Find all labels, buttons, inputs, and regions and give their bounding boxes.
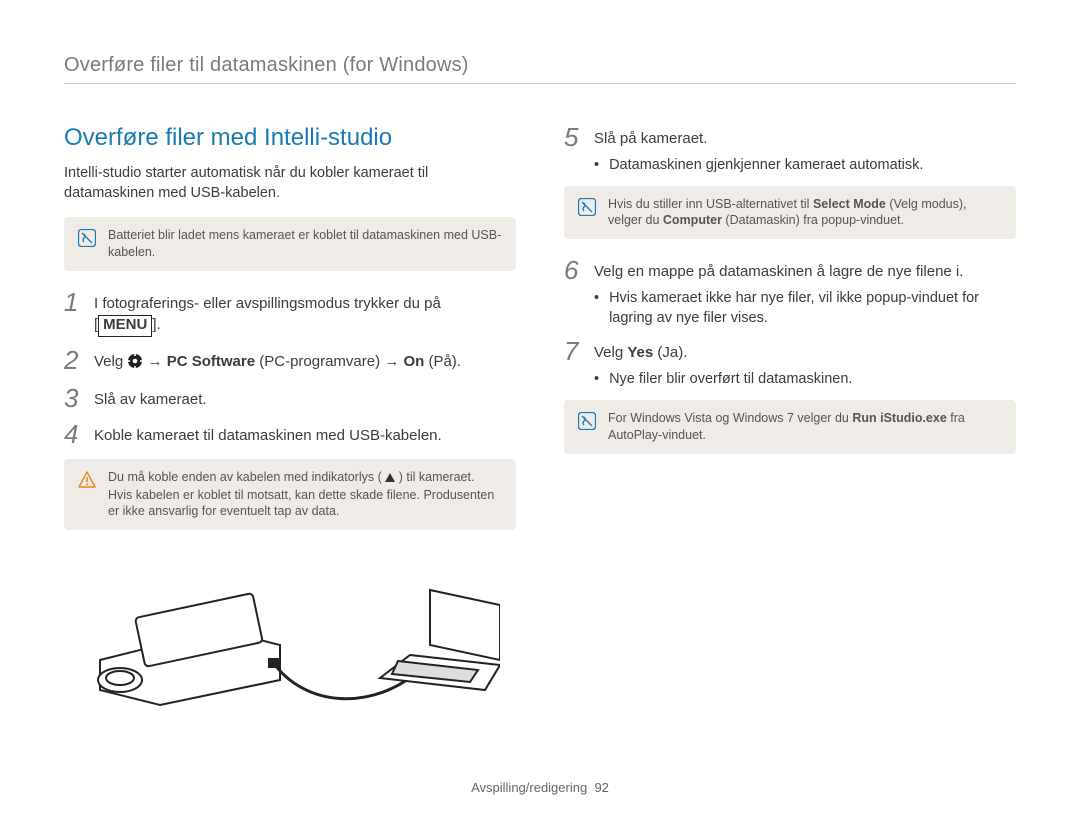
step-number: 7 <box>564 338 582 364</box>
step-4-text: Koble kameraet til datamaskinen med USB-… <box>94 421 442 446</box>
step-2: 2 Velg → PC Software (PC-programvare) → … <box>64 347 516 375</box>
step-7-yes: Yes <box>627 344 653 361</box>
note2-a: Hvis du stiller inn USB-alternativet til <box>608 197 813 211</box>
step-number: 1 <box>64 289 82 315</box>
step-5-text: Slå på kameraet. <box>594 124 707 149</box>
note2-d: Computer <box>663 213 722 227</box>
step-1-text-a: I fotograferings- eller avspillingsmodus… <box>94 295 441 312</box>
note3-b: Run iStudio.exe <box>852 411 946 425</box>
info-icon <box>578 198 596 216</box>
right-column: 5 Slå på kameraet. • Datamaskinen gjenkj… <box>564 124 1016 710</box>
warning-text-a: Du må koble enden av kabelen med indikat… <box>108 470 382 484</box>
step-1: 1 I fotograferings- eller avspillingsmod… <box>64 289 516 337</box>
note2-b: Select Mode <box>813 197 886 211</box>
section-title: Overføre filer med Intelli-studio <box>64 124 516 152</box>
step-6-bullet-text: Hvis kameraet ikke har nye filer, vil ik… <box>609 289 1016 328</box>
step-5-bullet: • Datamaskinen gjenkjenner kameraet auto… <box>564 156 1016 176</box>
note2-e: (Datamaskin) fra popup-vinduet. <box>725 213 904 227</box>
info-note-text: Batteriet blir ladet mens kameraet er ko… <box>108 227 502 261</box>
step-7-post: (Ja). <box>657 344 687 361</box>
step-7-bullet-text: Nye filer blir overført til datamaskinen… <box>609 370 852 390</box>
info-note-usb-mode: Hvis du stiller inn USB-alternativet til… <box>564 186 1016 240</box>
step-2-pre: Velg <box>94 353 127 370</box>
step-6: 6 Velg en mappe på datamaskinen å lagre … <box>564 257 1016 283</box>
step-6-text: Velg en mappe på datamaskinen å lagre de… <box>594 257 963 282</box>
step-3-text: Slå av kameraet. <box>94 385 207 410</box>
step-number: 3 <box>64 385 82 411</box>
warning-note-cable: Du må koble enden av kabelen med indikat… <box>64 459 516 531</box>
info-note-autoplay: For Windows Vista og Windows 7 velger du… <box>564 400 1016 454</box>
info-note-battery: Batteriet blir ladet mens kameraet er ko… <box>64 217 516 271</box>
step-2-plain-1: (PC-programvare) <box>259 353 384 370</box>
step-7-pre: Velg <box>594 344 627 361</box>
triangle-up-icon <box>385 470 395 487</box>
camera-laptop-illustration <box>64 560 516 710</box>
left-column: Overføre filer med Intelli-studio Intell… <box>64 124 516 710</box>
step-7: 7 Velg Yes (Ja). <box>564 338 1016 364</box>
step-2-bold-1: PC Software <box>167 353 255 370</box>
step-6-bullet: • Hvis kameraet ikke har nye filer, vil … <box>564 289 1016 328</box>
step-3: 3 Slå av kameraet. <box>64 385 516 411</box>
footer-page-number: 92 <box>594 780 608 795</box>
menu-button-label: MENU <box>98 315 152 337</box>
gear-icon <box>127 353 143 375</box>
step-7-bullet: • Nye filer blir overført til datamaskin… <box>564 370 1016 390</box>
footer-section: Avspilling/redigering <box>471 780 587 795</box>
note3-a: For Windows Vista og Windows 7 velger du <box>608 411 852 425</box>
step-4: 4 Koble kameraet til datamaskinen med US… <box>64 421 516 447</box>
page-header: Overføre filer til datamaskinen (for Win… <box>64 54 1016 77</box>
warning-icon <box>78 471 96 489</box>
step-number: 4 <box>64 421 82 447</box>
intro-text: Intelli-studio starter automatisk når du… <box>64 164 516 203</box>
step-2-bold-2: On <box>403 353 424 370</box>
step-number: 6 <box>564 257 582 283</box>
step-2-plain-2: (På). <box>428 353 461 370</box>
step-number: 2 <box>64 347 82 373</box>
step-5: 5 Slå på kameraet. <box>564 124 1016 150</box>
info-icon <box>78 229 96 247</box>
step-5-bullet-text: Datamaskinen gjenkjenner kameraet automa… <box>609 156 923 176</box>
page-footer: Avspilling/redigering 92 <box>0 780 1080 795</box>
step-1-text-b: . <box>157 316 161 333</box>
step-number: 5 <box>564 124 582 150</box>
info-icon <box>578 412 596 430</box>
